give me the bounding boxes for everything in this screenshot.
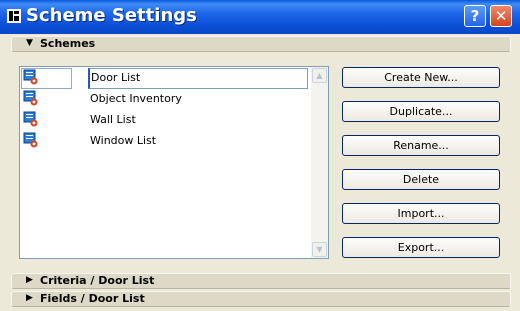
list-item-label: Door List <box>91 71 141 84</box>
list-item-label: Window List <box>90 134 157 147</box>
list-item-label: Object Inventory <box>90 92 182 105</box>
list-item[interactable]: Door List <box>20 67 310 89</box>
section-fields-label: Fields / Door List <box>40 292 145 305</box>
list-item[interactable]: Object Inventory <box>20 88 310 109</box>
list-item[interactable]: Wall List <box>20 109 310 130</box>
help-button[interactable]: ? <box>464 5 486 27</box>
collapsed-triangle-icon: ▶ <box>26 275 33 285</box>
expanded-triangle-icon: ▼ <box>26 38 33 48</box>
window-title: Scheme Settings <box>26 5 197 26</box>
rename-button[interactable]: Rename... <box>342 135 500 156</box>
scheme-list-icon <box>23 132 38 148</box>
scroll-up-icon[interactable]: ▲ <box>312 68 327 83</box>
close-button[interactable]: ✕ <box>490 5 512 27</box>
duplicate-button[interactable]: Duplicate... <box>342 101 500 122</box>
scheme-settings-icon <box>7 9 21 23</box>
collapsed-triangle-icon: ▶ <box>26 293 33 303</box>
scheme-list-icon <box>23 90 38 106</box>
section-schemes[interactable]: ▼ Schemes <box>11 36 511 52</box>
delete-button[interactable]: Delete <box>342 169 500 190</box>
schemes-list[interactable]: Door List Object Inventory Wall List Win… <box>19 66 329 259</box>
title-bar[interactable]: Scheme Settings ? ✕ <box>0 0 520 34</box>
scroll-down-icon[interactable]: ▼ <box>312 242 327 257</box>
section-schemes-label: Schemes <box>40 37 96 50</box>
list-item[interactable]: Window List <box>20 130 310 151</box>
list-scrollbar[interactable]: ▲ ▼ <box>311 67 328 258</box>
scheme-list-icon <box>23 69 38 85</box>
section-criteria-label: Criteria / Door List <box>40 274 155 287</box>
scheme-list-icon <box>23 111 38 127</box>
section-criteria[interactable]: ▶ Criteria / Door List <box>11 273 511 289</box>
list-item-label: Wall List <box>90 113 136 126</box>
import-button[interactable]: Import... <box>342 203 500 224</box>
section-fields[interactable]: ▶ Fields / Door List <box>11 291 511 307</box>
export-button[interactable]: Export... <box>342 237 500 258</box>
create-new-button[interactable]: Create New... <box>342 67 500 88</box>
